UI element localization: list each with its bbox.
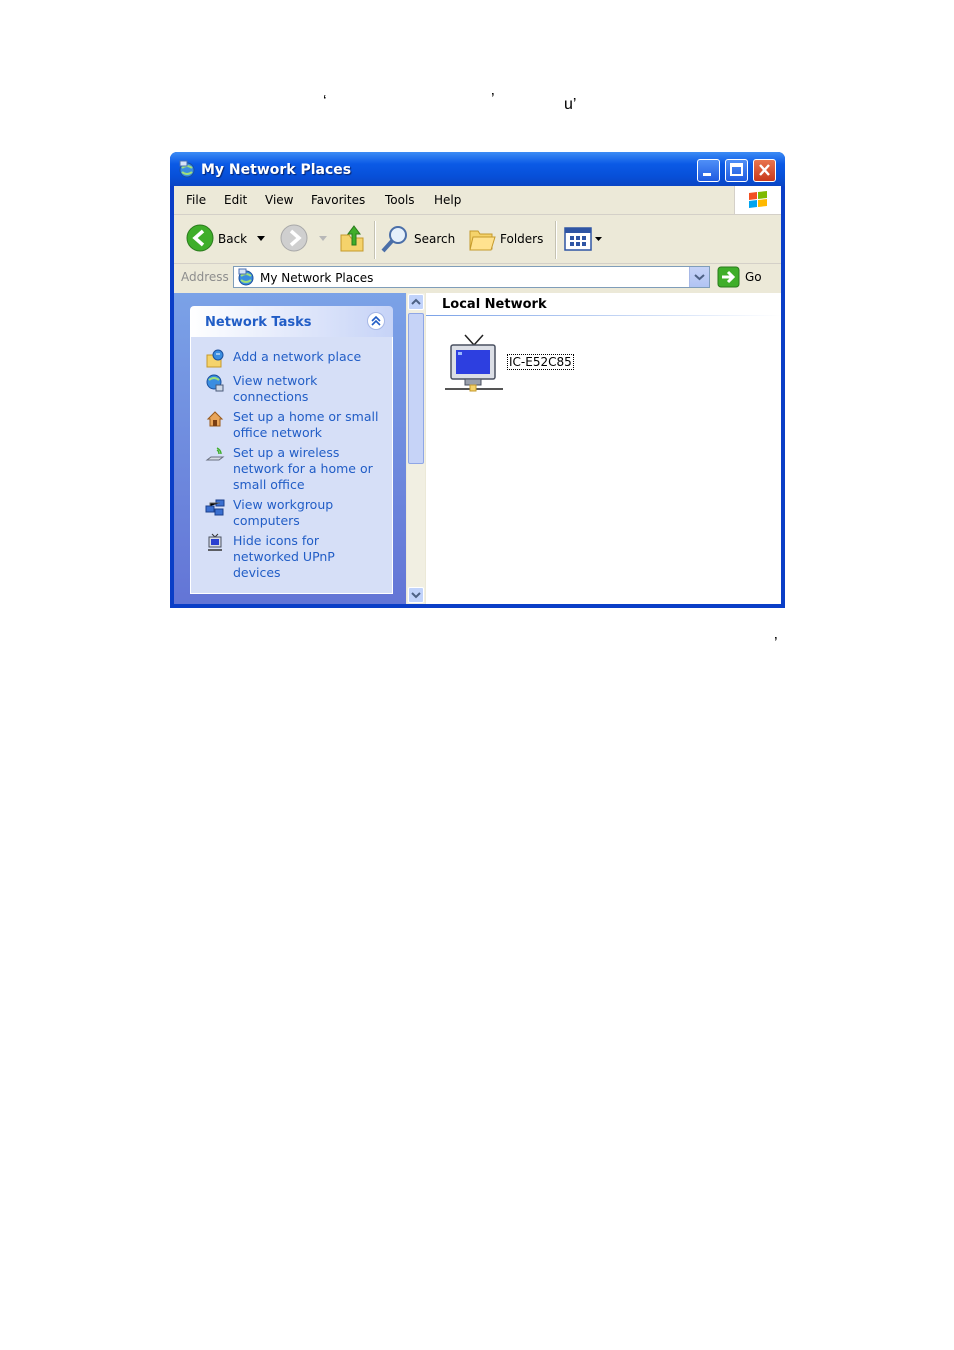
scroll-down-button[interactable] xyxy=(408,587,424,603)
network-tasks-list: Add a network place View network connect… xyxy=(190,337,393,594)
collapse-button[interactable] xyxy=(367,312,385,330)
close-icon xyxy=(759,164,770,176)
maximize-icon xyxy=(730,163,743,176)
folders-button[interactable]: Folders xyxy=(500,232,543,246)
file-list-view: Local Network IC-E52C85 xyxy=(426,293,781,604)
address-bar: Address My Network Places Go xyxy=(174,264,781,292)
task-label: Set up a wireless network for a home or … xyxy=(233,445,373,492)
group-header-divider xyxy=(426,315,781,316)
scroll-thumb[interactable] xyxy=(408,313,424,464)
toolbar-separator xyxy=(555,221,557,259)
task-label: View network connections xyxy=(233,373,318,404)
network-places-icon xyxy=(179,160,195,178)
task-label: Set up a home or small office network xyxy=(233,409,379,440)
task-label: Add a network place xyxy=(233,349,362,364)
toolbar-separator xyxy=(374,221,376,259)
up-folder-icon[interactable] xyxy=(338,223,366,253)
views-icon[interactable] xyxy=(564,227,604,251)
address-dropdown-button[interactable] xyxy=(689,267,709,287)
windows-logo xyxy=(734,186,781,214)
menu-favorites[interactable]: Favorites xyxy=(311,193,365,207)
network-tasks-panel: Network Tasks Add a network place View n… xyxy=(190,306,393,594)
menu-tools[interactable]: Tools xyxy=(385,193,415,207)
title-bar[interactable]: My Network Places xyxy=(170,152,785,186)
group-header-local-network: Local Network xyxy=(442,297,547,312)
chevron-up-double-icon xyxy=(371,315,381,326)
menu-view[interactable]: View xyxy=(265,193,293,207)
wireless-network-icon xyxy=(205,447,225,461)
back-dropdown-icon[interactable] xyxy=(257,236,265,241)
workgroup-icon xyxy=(205,499,225,516)
network-connections-icon xyxy=(206,374,224,392)
go-arrow-icon[interactable] xyxy=(717,266,741,288)
forward-arrow-icon[interactable] xyxy=(280,224,308,252)
stray-text-fragment: u’ xyxy=(564,96,577,113)
stray-quote-mark: ‘ xyxy=(323,93,327,110)
menu-help[interactable]: Help xyxy=(434,193,461,207)
scroll-up-button[interactable] xyxy=(408,294,424,310)
window-client-area: File Edit View Favorites Tools Help Back xyxy=(174,186,781,604)
menu-bar: File Edit View Favorites Tools Help xyxy=(174,186,781,215)
folders-icon[interactable] xyxy=(468,225,496,253)
device-label[interactable]: IC-E52C85 xyxy=(507,354,574,370)
back-button[interactable]: Back xyxy=(218,232,247,246)
address-value: My Network Places xyxy=(260,271,374,285)
address-input[interactable]: My Network Places xyxy=(233,266,710,288)
windows-flag-icon xyxy=(749,191,767,208)
add-network-place-icon xyxy=(206,349,224,368)
task-label: Hide icons for networked UPnP devices xyxy=(233,533,335,580)
network-tasks-header[interactable]: Network Tasks xyxy=(190,306,393,337)
chevron-up-icon xyxy=(411,298,421,305)
search-icon[interactable] xyxy=(380,224,410,254)
network-tv-device-icon[interactable] xyxy=(443,333,505,395)
vertical-scrollbar[interactable] xyxy=(407,293,425,604)
menu-edit[interactable]: Edit xyxy=(224,193,247,207)
chevron-down-icon xyxy=(411,592,421,599)
search-button[interactable]: Search xyxy=(414,232,455,246)
stray-quote-mark: ’ xyxy=(491,91,495,108)
task-pane: Network Tasks Add a network place View n… xyxy=(174,293,406,604)
standard-toolbar: Back Search Folders xyxy=(174,215,781,264)
minimize-button[interactable] xyxy=(697,159,720,182)
maximize-button[interactable] xyxy=(725,159,748,182)
window-title: My Network Places xyxy=(201,162,352,178)
upnp-devices-icon xyxy=(208,533,222,551)
minimize-icon xyxy=(703,173,711,176)
network-tasks-title: Network Tasks xyxy=(205,315,312,330)
stray-quote-mark: ’ xyxy=(774,635,778,652)
go-button[interactable]: Go xyxy=(745,270,762,284)
menu-file[interactable]: File xyxy=(186,193,206,207)
forward-dropdown-icon xyxy=(319,236,327,241)
explorer-window: My Network Places File Edit View Favorit… xyxy=(170,152,785,608)
network-places-icon xyxy=(238,268,254,286)
task-label: View workgroup computers xyxy=(233,497,334,528)
chevron-down-icon xyxy=(694,274,705,281)
back-arrow-icon[interactable] xyxy=(186,224,214,252)
home-network-icon xyxy=(206,411,224,427)
address-label: Address xyxy=(181,270,229,284)
close-button[interactable] xyxy=(753,159,776,182)
